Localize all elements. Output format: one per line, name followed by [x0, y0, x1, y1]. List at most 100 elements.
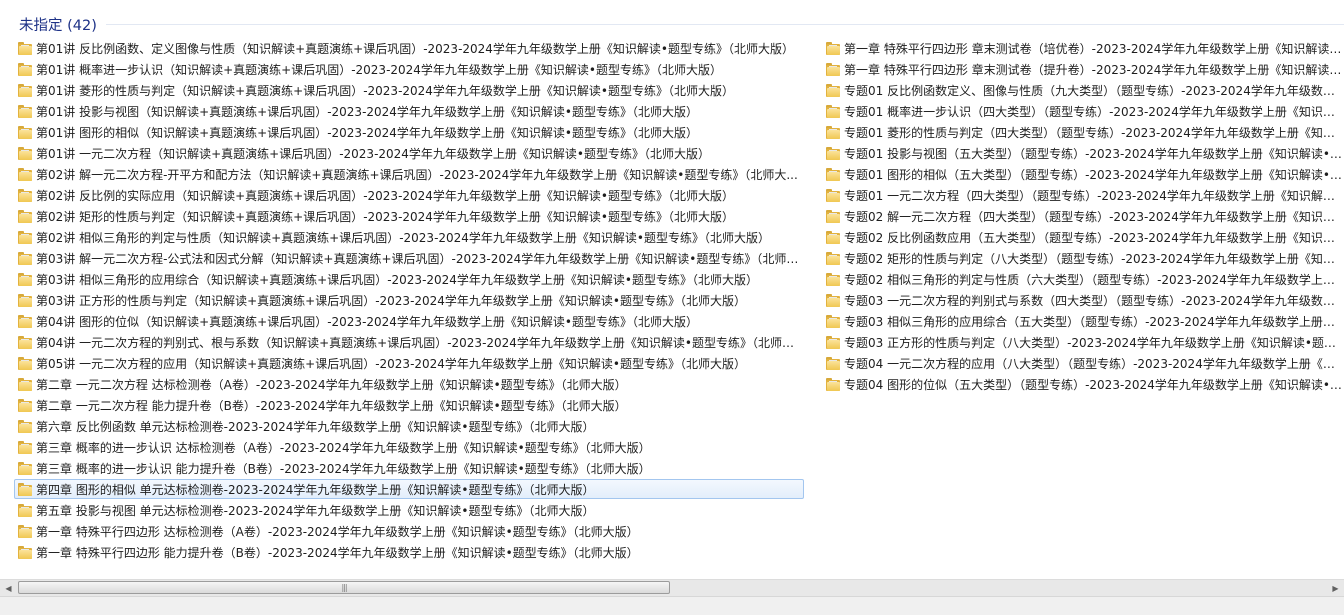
- folder-item[interactable]: 专题02 反比例函数应用（五大类型）（题型专练）-2023-2024学年九年级数…: [822, 227, 1344, 247]
- folder-icon: [18, 398, 32, 412]
- folder-item[interactable]: 第三章 概率的进一步认识 达标检测卷（A卷）-2023-2024学年九年级数学上…: [14, 437, 804, 457]
- folder-icon: [826, 230, 840, 244]
- folder-icon: [18, 41, 32, 55]
- folder-name: 第01讲 概率进一步认识（知识解读+真题演练+课后巩固）-2023-2024学年…: [36, 62, 723, 77]
- folder-name: 第02讲 反比例的实际应用（知识解读+真题演练+课后巩固）-2023-2024学…: [36, 188, 735, 203]
- folder-icon: [826, 104, 840, 118]
- folder-icon: [826, 293, 840, 307]
- folder-item[interactable]: 专题03 一元二次方程的判别式与系数（四大类型）（题型专练）-2023-2024…: [822, 290, 1344, 310]
- folder-icon: [18, 503, 32, 517]
- folder-item[interactable]: 专题03 相似三角形的应用综合（五大类型）（题型专练）-2023-2024学年九…: [822, 311, 1344, 331]
- folder-item[interactable]: 第02讲 相似三角形的判定与性质（知识解读+真题演练+课后巩固）-2023-20…: [14, 227, 804, 247]
- folder-item[interactable]: 第三章 概率的进一步认识 能力提升卷（B卷）-2023-2024学年九年级数学上…: [14, 458, 804, 478]
- folder-item[interactable]: 第01讲 反比例函数、定义图像与性质（知识解读+真题演练+课后巩固）-2023-…: [14, 38, 804, 58]
- folder-item[interactable]: 专题02 相似三角形的判定与性质（六大类型）（题型专练）-2023-2024学年…: [822, 269, 1344, 289]
- folder-item[interactable]: 专题04 一元二次方程的应用（八大类型）（题型专练）-2023-2024学年九年…: [822, 353, 1344, 373]
- folder-item[interactable]: 第03讲 正方形的性质与判定（知识解读+真题演练+课后巩固）-2023-2024…: [14, 290, 804, 310]
- folder-icon: [826, 377, 840, 391]
- folder-item[interactable]: 第03讲 相似三角形的应用综合（知识解读+真题演练+课后巩固）-2023-202…: [14, 269, 804, 289]
- file-list: 第01讲 反比例函数、定义图像与性质（知识解读+真题演练+课后巩固）-2023-…: [0, 38, 1344, 574]
- folder-item[interactable]: 第01讲 图形的相似（知识解读+真题演练+课后巩固）-2023-2024学年九年…: [14, 122, 804, 142]
- file-column-2: 第一章 特殊平行四边形 章末测试卷（培优卷）-2023-2024学年九年级数学上…: [822, 38, 1344, 395]
- folder-name: 第01讲 投影与视图（知识解读+真题演练+课后巩固）-2023-2024学年九年…: [36, 104, 699, 119]
- folder-name: 专题03 正方形的性质与判定（八大类型）-2023-2024学年九年级数学上册《…: [844, 335, 1343, 350]
- folder-item[interactable]: 专题04 图形的位似（五大类型）（题型专练）-2023-2024学年九年级数学上…: [822, 374, 1344, 394]
- folder-icon: [18, 83, 32, 97]
- folder-name: 第四章 图形的相似 单元达标检测卷-2023-2024学年九年级数学上册《知识解…: [36, 482, 595, 497]
- folder-icon: [826, 146, 840, 160]
- folder-icon: [826, 188, 840, 202]
- scroll-left-button[interactable]: ◀: [0, 580, 17, 596]
- folder-item[interactable]: 专题01 一元二次方程（四大类型）（题型专练）-2023-2024学年九年级数学…: [822, 185, 1344, 205]
- folder-item[interactable]: 第一章 特殊平行四边形 达标检测卷（A卷）-2023-2024学年九年级数学上册…: [14, 521, 804, 541]
- folder-icon: [826, 314, 840, 328]
- folder-name: 专题02 解一元二次方程（四大类型）（题型专练）-2023-2024学年九年级数…: [844, 209, 1343, 224]
- group-divider: [106, 24, 1344, 25]
- folder-icon: [18, 314, 32, 328]
- scroll-right-button[interactable]: ▶: [1327, 580, 1344, 596]
- folder-item[interactable]: 第05讲 一元二次方程的应用（知识解读+真题演练+课后巩固）-2023-2024…: [14, 353, 804, 373]
- folder-name: 专题04 图形的位似（五大类型）（题型专练）-2023-2024学年九年级数学上…: [844, 377, 1343, 392]
- folder-icon: [18, 461, 32, 475]
- folder-name: 第01讲 一元二次方程（知识解读+真题演练+课后巩固）-2023-2024学年九…: [36, 146, 711, 161]
- group-header[interactable]: 未指定 (42): [0, 6, 1344, 36]
- folder-item[interactable]: 专题01 投影与视图（五大类型）（题型专练）-2023-2024学年九年级数学上…: [822, 143, 1344, 163]
- folder-icon: [18, 230, 32, 244]
- folder-icon: [826, 356, 840, 370]
- folder-item[interactable]: 第03讲 解一元二次方程-公式法和因式分解（知识解读+真题演练+课后巩固）-20…: [14, 248, 804, 268]
- folder-name: 专题02 相似三角形的判定与性质（六大类型）（题型专练）-2023-2024学年…: [844, 272, 1343, 287]
- folder-item[interactable]: 专题03 正方形的性质与判定（八大类型）-2023-2024学年九年级数学上册《…: [822, 332, 1344, 352]
- folder-item[interactable]: 第01讲 菱形的性质与判定（知识解读+真题演练+课后巩固）-2023-2024学…: [14, 80, 804, 100]
- folder-name: 专题01 反比例函数定义、图像与性质（九大类型）（题型专练）-2023-2024…: [844, 83, 1343, 98]
- folder-icon: [18, 545, 32, 559]
- folder-icon: [18, 293, 32, 307]
- folder-name: 专题02 反比例函数应用（五大类型）（题型专练）-2023-2024学年九年级数…: [844, 230, 1343, 245]
- folder-name: 第03讲 正方形的性质与判定（知识解读+真题演练+课后巩固）-2023-2024…: [36, 293, 747, 308]
- folder-item[interactable]: 专题02 解一元二次方程（四大类型）（题型专练）-2023-2024学年九年级数…: [822, 206, 1344, 226]
- folder-item[interactable]: 第一章 特殊平行四边形 章末测试卷（提升卷）-2023-2024学年九年级数学上…: [822, 59, 1344, 79]
- folder-icon: [18, 167, 32, 181]
- folder-item[interactable]: 第04讲 一元二次方程的判别式、根与系数（知识解读+真题演练+课后巩固）-202…: [14, 332, 804, 352]
- folder-name: 第一章 特殊平行四边形 章末测试卷（培优卷）-2023-2024学年九年级数学上…: [844, 41, 1343, 56]
- folder-item[interactable]: 第01讲 概率进一步认识（知识解读+真题演练+课后巩固）-2023-2024学年…: [14, 59, 804, 79]
- folder-name: 第一章 特殊平行四边形 能力提升卷（B卷）-2023-2024学年九年级数学上册…: [36, 545, 639, 560]
- folder-icon: [18, 524, 32, 538]
- folder-item[interactable]: 专题01 图形的相似（五大类型）（题型专练）-2023-2024学年九年级数学上…: [822, 164, 1344, 184]
- group-title[interactable]: 未指定 (42): [19, 14, 97, 35]
- folder-item[interactable]: 第04讲 图形的位似（知识解读+真题演练+课后巩固）-2023-2024学年九年…: [14, 311, 804, 331]
- folder-icon: [826, 41, 840, 55]
- folder-item[interactable]: 第一章 特殊平行四边形 章末测试卷（培优卷）-2023-2024学年九年级数学上…: [822, 38, 1344, 58]
- folder-item[interactable]: 第二章 一元二次方程 能力提升卷（B卷）-2023-2024学年九年级数学上册《…: [14, 395, 804, 415]
- folder-icon: [18, 356, 32, 370]
- folder-name: 第04讲 图形的位似（知识解读+真题演练+课后巩固）-2023-2024学年九年…: [36, 314, 699, 329]
- horizontal-scrollbar[interactable]: ◀ ||| ▶: [0, 579, 1344, 596]
- folder-item[interactable]: 专题01 反比例函数定义、图像与性质（九大类型）（题型专练）-2023-2024…: [822, 80, 1344, 100]
- folder-item[interactable]: 专题01 菱形的性质与判定（四大类型）（题型专练）-2023-2024学年九年级…: [822, 122, 1344, 142]
- folder-item[interactable]: 第一章 特殊平行四边形 能力提升卷（B卷）-2023-2024学年九年级数学上册…: [14, 542, 804, 562]
- folder-item[interactable]: 第四章 图形的相似 单元达标检测卷-2023-2024学年九年级数学上册《知识解…: [14, 479, 804, 499]
- folder-name: 第三章 概率的进一步认识 能力提升卷（B卷）-2023-2024学年九年级数学上…: [36, 461, 651, 476]
- folder-item[interactable]: 第二章 一元二次方程 达标检测卷（A卷）-2023-2024学年九年级数学上册《…: [14, 374, 804, 394]
- folder-item[interactable]: 第02讲 解一元二次方程-开平方和配方法（知识解读+真题演练+课后巩固）-202…: [14, 164, 804, 184]
- folder-icon: [18, 377, 32, 391]
- folder-icon: [826, 167, 840, 181]
- folder-item[interactable]: 第01讲 投影与视图（知识解读+真题演练+课后巩固）-2023-2024学年九年…: [14, 101, 804, 121]
- folder-name: 专题01 图形的相似（五大类型）（题型专练）-2023-2024学年九年级数学上…: [844, 167, 1343, 182]
- folder-icon: [826, 62, 840, 76]
- folder-icon: [18, 104, 32, 118]
- folder-item[interactable]: 专题02 矩形的性质与判定（八大类型）（题型专练）-2023-2024学年九年级…: [822, 248, 1344, 268]
- folder-icon: [826, 335, 840, 349]
- folder-name: 专题01 一元二次方程（四大类型）（题型专练）-2023-2024学年九年级数学…: [844, 188, 1343, 203]
- folder-item[interactable]: 第02讲 反比例的实际应用（知识解读+真题演练+课后巩固）-2023-2024学…: [14, 185, 804, 205]
- folder-name: 第01讲 图形的相似（知识解读+真题演练+课后巩固）-2023-2024学年九年…: [36, 125, 699, 140]
- folder-icon: [18, 209, 32, 223]
- folder-name: 第04讲 一元二次方程的判别式、根与系数（知识解读+真题演练+课后巩固）-202…: [36, 335, 802, 350]
- folder-name: 专题01 概率进一步认识（四大类型）（题型专练）-2023-2024学年九年级数…: [844, 104, 1343, 119]
- folder-item[interactable]: 第02讲 矩形的性质与判定（知识解读+真题演练+课后巩固）-2023-2024学…: [14, 206, 804, 226]
- folder-item[interactable]: 第六章 反比例函数 单元达标检测卷-2023-2024学年九年级数学上册《知识解…: [14, 416, 804, 436]
- folder-item[interactable]: 第01讲 一元二次方程（知识解读+真题演练+课后巩固）-2023-2024学年九…: [14, 143, 804, 163]
- folder-item[interactable]: 第五章 投影与视图 单元达标检测卷-2023-2024学年九年级数学上册《知识解…: [14, 500, 804, 520]
- folder-item[interactable]: 专题01 概率进一步认识（四大类型）（题型专练）-2023-2024学年九年级数…: [822, 101, 1344, 121]
- folder-icon: [18, 272, 32, 286]
- scrollbar-thumb[interactable]: |||: [18, 581, 670, 594]
